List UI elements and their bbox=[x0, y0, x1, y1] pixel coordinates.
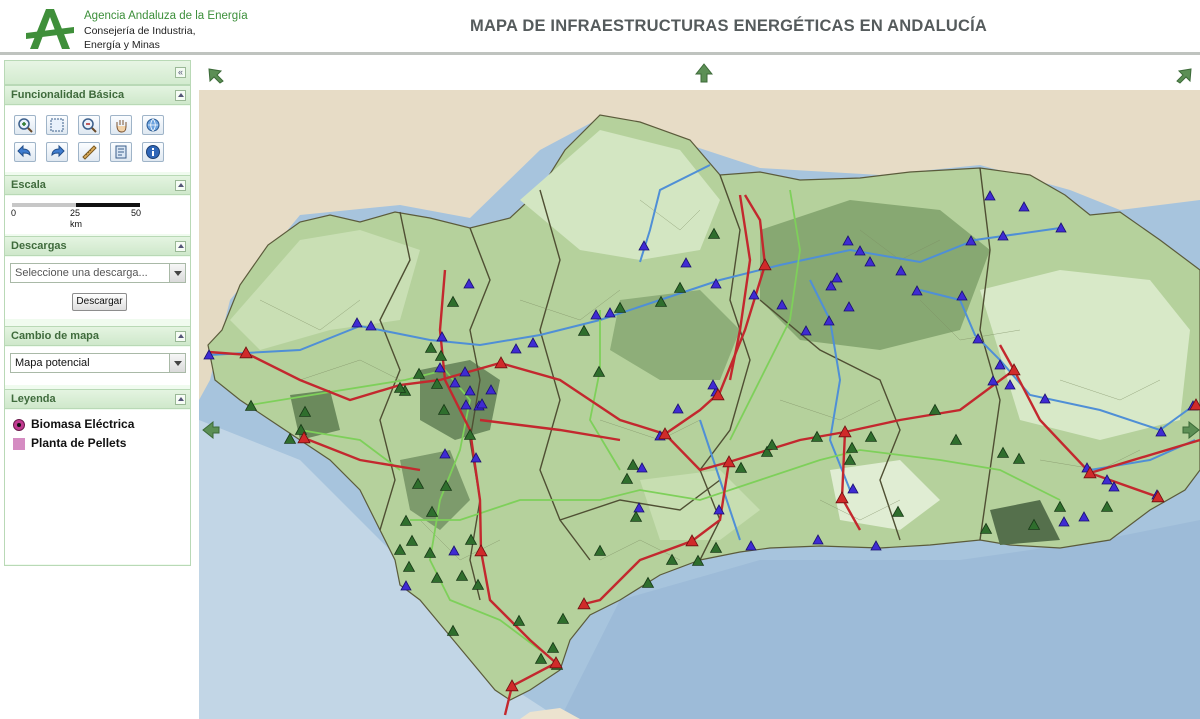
panel-body-map-change: Mapa potencial bbox=[5, 347, 190, 385]
panel-title: Descargas bbox=[11, 240, 67, 252]
zoom-out-button[interactable] bbox=[78, 115, 100, 135]
chevron-down-icon[interactable] bbox=[169, 354, 185, 372]
collapse-sidebar-button[interactable]: « bbox=[175, 67, 186, 78]
legend-item-biomass: Biomasa Eléctrica bbox=[13, 417, 134, 431]
measure-icon bbox=[82, 145, 97, 160]
agency-name: Agencia Andaluza de la Energía bbox=[84, 10, 248, 22]
scale-tick-label: 50 bbox=[131, 208, 142, 218]
page-title: MAPA DE INFRAESTRUCTURAS ENERGÉTICAS EN … bbox=[470, 17, 988, 35]
forward-button[interactable] bbox=[46, 142, 68, 162]
double-chevron-left-icon: « bbox=[177, 67, 183, 77]
info-icon bbox=[146, 145, 160, 159]
pan-northeast-icon[interactable] bbox=[1175, 67, 1193, 85]
map-canvas[interactable] bbox=[199, 60, 1200, 719]
header-divider bbox=[0, 52, 1200, 55]
zoom-box-button[interactable] bbox=[46, 115, 68, 135]
zoom-in-icon bbox=[18, 118, 33, 133]
panel-header-legend[interactable]: Leyenda bbox=[5, 389, 190, 409]
department-name-line2: Energía y Minas bbox=[84, 39, 160, 51]
full-extent-button[interactable] bbox=[142, 115, 164, 135]
panel-header-basic[interactable]: Funcionalidad Básica bbox=[5, 85, 190, 105]
pellet-symbol-icon bbox=[13, 437, 25, 450]
layers-icon bbox=[115, 145, 127, 159]
panel-title: Funcionalidad Básica bbox=[11, 89, 125, 101]
panel-body-basic bbox=[5, 106, 190, 172]
panel-header-scale[interactable]: Escala bbox=[5, 175, 190, 195]
pan-hand-icon bbox=[116, 120, 127, 133]
zoom-box-icon bbox=[50, 118, 64, 132]
measure-button[interactable] bbox=[78, 142, 100, 162]
forward-icon bbox=[51, 144, 65, 158]
back-button[interactable] bbox=[14, 142, 36, 162]
panel-body-scale: 0 25 50 km bbox=[5, 196, 190, 234]
collapse-panel-button[interactable] bbox=[175, 180, 186, 191]
pan-east-icon[interactable] bbox=[1182, 421, 1200, 439]
sidebar-toolbar: « bbox=[5, 61, 190, 85]
junta-logo-icon bbox=[26, 9, 74, 49]
back-icon bbox=[17, 144, 31, 158]
zoom-out-icon bbox=[82, 118, 97, 133]
map-pan-bar bbox=[199, 60, 1200, 90]
legend-label: Biomasa Eléctrica bbox=[31, 417, 135, 431]
department-name: Consejería de Industria, bbox=[84, 25, 196, 37]
map-select-value: Mapa potencial bbox=[15, 357, 90, 369]
full-extent-icon bbox=[146, 118, 160, 132]
chevron-down-icon[interactable] bbox=[169, 264, 185, 282]
download-select-value: Seleccione una descarga... bbox=[15, 267, 148, 279]
panel-title: Leyenda bbox=[11, 393, 56, 405]
sidebar: « Funcionalidad Básica Escala 0 25 50 km… bbox=[4, 60, 191, 566]
region-dark-jaen bbox=[760, 200, 990, 350]
legend-label: Planta de Pellets bbox=[31, 436, 127, 450]
collapse-panel-button[interactable] bbox=[175, 394, 186, 405]
panel-title: Escala bbox=[11, 179, 46, 191]
panel-title: Cambio de mapa bbox=[11, 330, 100, 342]
panel-body-legend: Biomasa Eléctrica Planta de Pellets bbox=[5, 410, 190, 564]
scale-bar bbox=[12, 203, 140, 207]
scale-tick-label: 25 bbox=[70, 208, 81, 218]
panel-header-downloads[interactable]: Descargas bbox=[5, 236, 190, 256]
info-button[interactable] bbox=[142, 142, 164, 162]
pan-west-icon[interactable] bbox=[202, 421, 220, 439]
panel-header-map-change[interactable]: Cambio de mapa bbox=[5, 326, 190, 346]
download-select[interactable]: Seleccione una descarga... bbox=[10, 263, 186, 283]
zoom-in-button[interactable] bbox=[14, 115, 36, 135]
layers-button[interactable] bbox=[110, 142, 132, 162]
app-header: Agencia Andaluza de la Energía Consejerí… bbox=[0, 0, 1200, 55]
collapse-panel-button[interactable] bbox=[175, 241, 186, 252]
map-select[interactable]: Mapa potencial bbox=[10, 353, 186, 373]
scale-segment-2 bbox=[76, 203, 140, 207]
pan-north-icon[interactable] bbox=[695, 63, 713, 83]
download-button[interactable]: Descargar bbox=[72, 293, 127, 311]
scale-unit-label: km bbox=[70, 219, 82, 229]
collapse-panel-button[interactable] bbox=[175, 90, 186, 101]
pan-northwest-icon[interactable] bbox=[207, 67, 225, 85]
pan-hand-button[interactable] bbox=[110, 115, 132, 135]
biomass-symbol-icon bbox=[13, 418, 25, 431]
scale-tick-label: 0 bbox=[11, 208, 17, 218]
collapse-panel-button[interactable] bbox=[175, 331, 186, 342]
scale-segment-1 bbox=[12, 203, 76, 207]
legend-item-pellets: Planta de Pellets bbox=[13, 436, 126, 450]
